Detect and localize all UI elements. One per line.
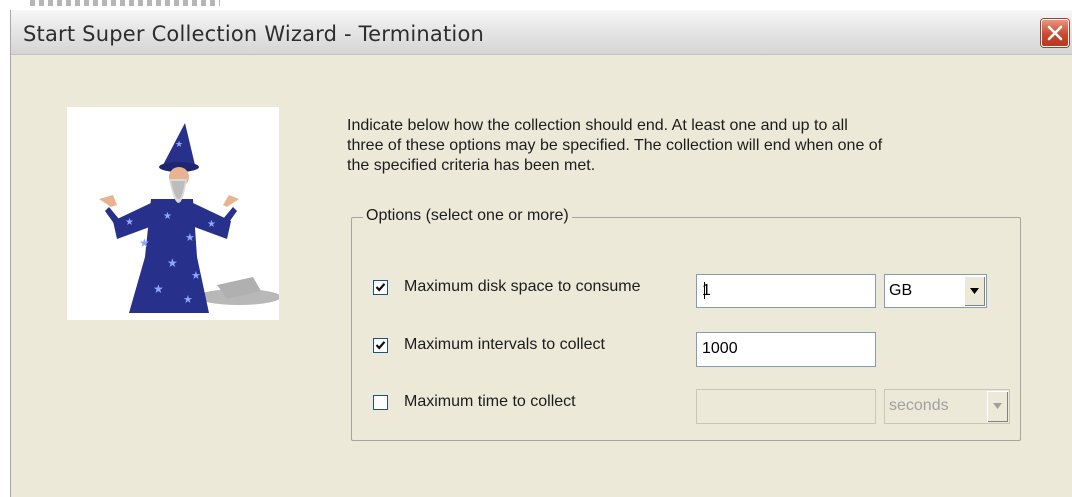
time-checkbox[interactable] — [373, 395, 388, 410]
disk-space-field[interactable]: 1 — [696, 274, 876, 308]
title-bar: Start Super Collection Wizard - Terminat… — [11, 10, 1072, 55]
svg-text:★: ★ — [167, 256, 178, 270]
disk-space-label: Maximum disk space to consume — [404, 278, 641, 295]
intervals-checkbox[interactable] — [373, 338, 388, 353]
intervals-label: Maximum intervals to collect — [404, 336, 605, 353]
close-button[interactable] — [1041, 19, 1069, 47]
time-label: Maximum time to collect — [404, 393, 576, 410]
dropdown-arrow-icon — [993, 403, 1002, 409]
disk-unit-dropdown-button[interactable] — [964, 276, 985, 306]
time-field[interactable] — [696, 389, 876, 424]
options-group: Options (select one or more) Maximum dis… — [351, 207, 1021, 441]
close-icon — [1047, 25, 1063, 41]
wizard-image-panel: ★ ★ ★ ★ ★ ★ ★ ★ ★ ★ — [67, 107, 281, 320]
time-unit-value: seconds — [889, 397, 949, 414]
disk-unit-select[interactable]: GB — [884, 274, 987, 308]
svg-text:★: ★ — [191, 270, 201, 282]
svg-text:★: ★ — [175, 139, 183, 149]
instructions-text: Indicate below how the collection should… — [347, 117, 883, 174]
svg-text:★: ★ — [153, 282, 164, 296]
intervals-value: 1000 — [702, 340, 738, 357]
svg-text:★: ★ — [185, 232, 195, 244]
wizard-dialog: Start Super Collection Wizard - Terminat… — [10, 10, 1072, 497]
svg-text:★: ★ — [125, 217, 134, 228]
options-group-label: Options (select one or more) — [363, 207, 572, 225]
checkmark-icon — [375, 341, 386, 350]
svg-text:★: ★ — [163, 211, 172, 222]
intervals-field[interactable]: 1000 — [696, 332, 876, 367]
text-cursor — [704, 282, 705, 299]
disk-unit-value: GB — [889, 282, 913, 299]
background-window-text-fragment — [30, 0, 220, 6]
time-unit-select[interactable]: seconds — [884, 389, 1010, 424]
wizard-figure-icon: ★ ★ ★ ★ ★ ★ ★ ★ ★ ★ — [99, 123, 281, 313]
background-window-strip — [0, 0, 1072, 10]
svg-text:★: ★ — [207, 219, 216, 230]
checkmark-icon — [375, 283, 386, 292]
svg-text:★: ★ — [139, 236, 150, 250]
dropdown-arrow-icon — [970, 288, 979, 294]
svg-text:★: ★ — [183, 294, 193, 306]
disk-space-checkbox[interactable] — [373, 280, 388, 295]
window-title: Start Super Collection Wizard - Terminat… — [23, 22, 485, 46]
time-unit-dropdown-button[interactable] — [987, 391, 1008, 422]
